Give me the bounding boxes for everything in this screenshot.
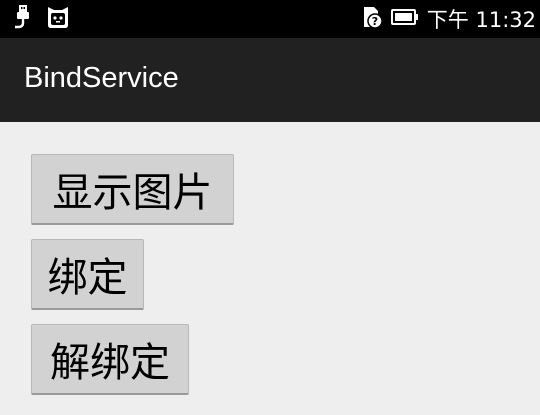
svg-text:?: ? [372,15,378,28]
system-icons: ? 下午 11:32 [361,6,536,32]
main-content: 显示图片 绑定 解绑定 [0,122,540,415]
sim-unknown-icon: ? [361,5,383,33]
action-bar: BindService [0,38,540,122]
notification-icons [14,4,70,34]
cat-face-icon [46,5,70,33]
battery-icon [390,7,419,31]
show-image-button[interactable]: 显示图片 [31,154,234,225]
status-time: 下午 11:32 [426,8,536,32]
unbind-button[interactable]: 解绑定 [31,324,189,395]
bind-button[interactable]: 绑定 [31,239,144,310]
usb-icon [14,4,32,34]
app-title: BindService [24,62,179,94]
status-bar: ? 下午 11:32 [0,0,540,38]
